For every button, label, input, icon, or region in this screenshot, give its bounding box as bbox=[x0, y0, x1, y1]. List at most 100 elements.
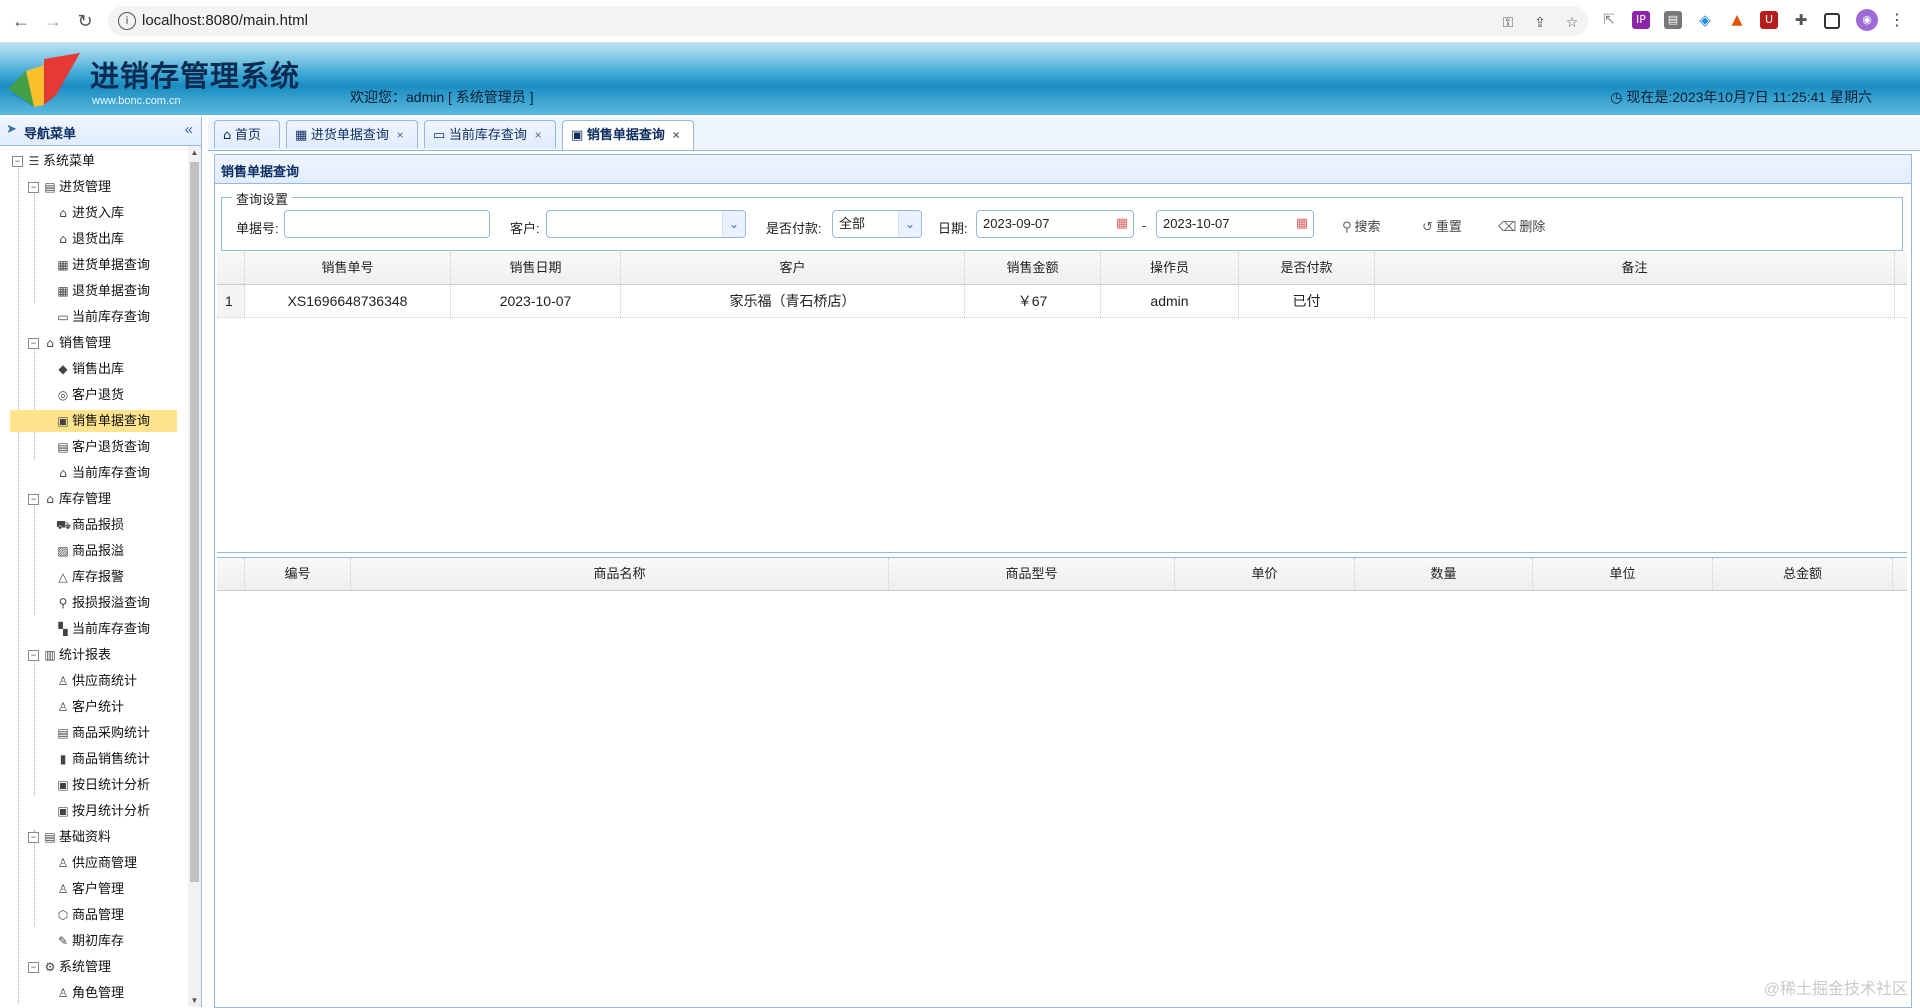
tree-item-daily-stats[interactable]: ▣ 按日统计分析 bbox=[56, 774, 150, 796]
key-icon[interactable]: ⚿ bbox=[1500, 14, 1516, 30]
tool-extension-icon[interactable]: ▲ bbox=[1728, 11, 1746, 29]
collapse-toggle-icon[interactable]: − bbox=[28, 338, 39, 350]
column-header[interactable]: 单价 bbox=[1175, 558, 1355, 590]
bill-no-input[interactable] bbox=[284, 210, 490, 238]
address-bar[interactable]: i localhost:8080/main.html ⚿ ⇪ ☆ bbox=[108, 6, 1588, 36]
tree-item-purchase-stats[interactable]: ▤ 商品采购统计 bbox=[56, 722, 150, 744]
tree-item-purchase-in[interactable]: ⌂ 进货入库 bbox=[56, 202, 124, 224]
tab-sales-query[interactable]: ▣ 销售单据查询 × bbox=[562, 120, 694, 150]
tree-item-damage-query[interactable]: ⚲ 报损报溢查询 bbox=[56, 592, 150, 614]
tree-item-supplier-mgmt[interactable]: ♙ 供应商管理 bbox=[56, 852, 137, 874]
tree-item-customer-return[interactable]: ◎ 客户退货 bbox=[56, 384, 124, 406]
tree-item-overflow[interactable]: ▨ 商品报溢 bbox=[56, 540, 124, 562]
chevron-down-icon[interactable]: ⌄ bbox=[898, 211, 921, 237]
reset-button[interactable]: ↺ 重置 bbox=[1422, 216, 1462, 235]
calendar-icon[interactable]: ▦ bbox=[1291, 211, 1313, 237]
url-text[interactable]: localhost:8080/main.html bbox=[142, 12, 308, 29]
tree-item-supplier-stats[interactable]: ♙ 供应商统计 bbox=[56, 670, 137, 692]
tab-purchase-query[interactable]: ▦ 进货单据查询 × bbox=[286, 120, 418, 148]
tree-item-stock-alarm[interactable]: △ 库存报警 bbox=[56, 566, 124, 588]
layers-extension-icon[interactable]: ◈ bbox=[1696, 11, 1714, 29]
customer-combo[interactable]: ⌄ bbox=[546, 210, 746, 238]
tree-item-return-query[interactable]: ▦ 退货单据查询 bbox=[56, 280, 150, 302]
scrollbar-thumb[interactable] bbox=[190, 162, 199, 882]
tree-item-customer-mgmt[interactable]: ♙ 客户管理 bbox=[56, 878, 124, 900]
tree-group-inventory[interactable]: − ⌂ 库存管理 bbox=[28, 488, 111, 510]
column-header[interactable]: 编号 bbox=[245, 558, 351, 590]
calendar-icon[interactable]: ▦ bbox=[1111, 211, 1133, 237]
tree-item-sales-query[interactable]: ▣ 销售单据查询 bbox=[10, 410, 177, 432]
close-icon[interactable]: × bbox=[397, 128, 404, 142]
tree-item-stock-query[interactable]: ▭ 当前库存查询 bbox=[56, 306, 150, 328]
tree-item-damage[interactable]: ⛟商品报损 bbox=[56, 514, 124, 536]
column-header[interactable]: 销售日期 bbox=[451, 252, 621, 284]
back-icon[interactable]: ← bbox=[8, 8, 34, 34]
profile-avatar-icon[interactable]: ◉ bbox=[1856, 9, 1878, 31]
collapse-toggle-icon[interactable]: − bbox=[28, 494, 39, 506]
forward-icon[interactable]: → bbox=[40, 8, 66, 34]
tree-item-return-out[interactable]: ⌂ 退货出库 bbox=[56, 228, 124, 250]
tree-item-stock-query-2[interactable]: ⌂ 当前库存查询 bbox=[56, 462, 150, 484]
cursor-extension-icon[interactable]: ⇱ bbox=[1600, 11, 1618, 29]
tree-group-basic[interactable]: − ▤ 基础资料 bbox=[28, 826, 111, 848]
tree-item-sales-stats[interactable]: ▮ 商品销售统计 bbox=[56, 748, 150, 770]
tree-group-reports[interactable]: − ▥ 统计报表 bbox=[28, 644, 111, 666]
tree-item-customer-return-query[interactable]: ▤ 客户退货查询 bbox=[56, 436, 150, 458]
window-extension-icon[interactable]: ▤ bbox=[1664, 11, 1682, 29]
tree-root[interactable]: − ☰ 系统菜单 bbox=[12, 150, 95, 172]
close-icon[interactable]: × bbox=[535, 128, 542, 142]
home-icon: ⌂ bbox=[223, 128, 232, 143]
site-info-icon[interactable]: i bbox=[118, 12, 136, 30]
tree-group-sales[interactable]: − ⌂ 销售管理 bbox=[28, 332, 111, 354]
column-header[interactable]: 客户 bbox=[621, 252, 965, 284]
column-header[interactable]: 是否付款 bbox=[1239, 252, 1375, 284]
chevron-down-icon[interactable]: ⌄ bbox=[722, 211, 745, 237]
collapse-toggle-icon[interactable]: − bbox=[28, 182, 39, 194]
column-header[interactable]: 商品名称 bbox=[351, 558, 889, 590]
tree-item-stock-query-3[interactable]: ▚ 当前库存查询 bbox=[56, 618, 150, 640]
tree-item-purchase-query[interactable]: ▦ 进货单据查询 bbox=[56, 254, 150, 276]
table-row[interactable]: 1 XS1696648736348 2023-10-07 家乐福（青石桥店） ￥… bbox=[217, 285, 1907, 318]
tree-group-system[interactable]: − ⚙ 系统管理 bbox=[28, 956, 111, 978]
delete-button[interactable]: ⌫ 删除 bbox=[1498, 216, 1545, 235]
date-from-input[interactable]: 2023-09-07 ▦ bbox=[976, 210, 1134, 238]
collapse-toggle-icon[interactable]: − bbox=[28, 650, 39, 662]
sidebar-scrollbar[interactable]: ▲ ▼ bbox=[188, 146, 201, 1007]
puzzle-extensions-icon[interactable]: ✚ bbox=[1792, 11, 1810, 29]
bookmark-star-icon[interactable]: ☆ bbox=[1564, 14, 1580, 30]
scroll-up-icon[interactable]: ▲ bbox=[190, 148, 199, 157]
tree-group-purchase[interactable]: − ▤ 进货管理 bbox=[28, 176, 111, 198]
collapse-icon[interactable]: « bbox=[185, 121, 193, 138]
collapse-toggle-icon[interactable]: − bbox=[28, 832, 39, 844]
share-icon[interactable]: ⇪ bbox=[1532, 14, 1548, 30]
menu-dots-icon[interactable]: ⋮ bbox=[1888, 11, 1906, 29]
column-header[interactable]: 操作员 bbox=[1101, 252, 1239, 284]
scroll-down-icon[interactable]: ▼ bbox=[190, 996, 199, 1005]
column-header[interactable]: 单位 bbox=[1533, 558, 1713, 590]
paid-combo[interactable]: 全部 ⌄ bbox=[832, 210, 922, 238]
close-icon[interactable]: × bbox=[673, 128, 680, 142]
collapse-toggle-icon[interactable]: − bbox=[12, 156, 23, 168]
tree-item-initial-stock[interactable]: ✎ 期初库存 bbox=[56, 930, 124, 952]
tab-stock-query[interactable]: ▭ 当前库存查询 × bbox=[424, 120, 556, 148]
column-header[interactable]: 数量 bbox=[1355, 558, 1533, 590]
tree-item-sales-out[interactable]: ◆ 销售出库 bbox=[56, 358, 124, 380]
column-header[interactable]: 商品型号 bbox=[889, 558, 1175, 590]
column-header[interactable]: 总金额 bbox=[1713, 558, 1893, 590]
column-header[interactable]: 销售单号 bbox=[245, 252, 451, 284]
collapse-toggle-icon[interactable]: − bbox=[28, 962, 39, 974]
sidepanel-icon[interactable] bbox=[1824, 13, 1840, 29]
reload-icon[interactable]: ↻ bbox=[72, 8, 98, 34]
date-to-input[interactable]: 2023-10-07 ▦ bbox=[1156, 210, 1314, 238]
tree-item-role-mgmt[interactable]: ♙ 角色管理 bbox=[56, 982, 124, 1004]
shield-extension-icon[interactable]: U bbox=[1760, 11, 1778, 29]
tree-item-customer-stats[interactable]: ♙ 客户统计 bbox=[56, 696, 124, 718]
trash-icon: ⌫ bbox=[1498, 220, 1517, 235]
column-header[interactable]: 销售金额 bbox=[965, 252, 1101, 284]
ip-extension-icon[interactable]: IP bbox=[1632, 11, 1650, 29]
tree-item-goods-mgmt[interactable]: ⬡ 商品管理 bbox=[56, 904, 124, 926]
tab-home[interactable]: ⌂ 首页 bbox=[214, 120, 280, 148]
tree-item-monthly-stats[interactable]: ▣ 按月统计分析 bbox=[56, 800, 150, 822]
search-button[interactable]: ⚲ 搜索 bbox=[1342, 216, 1381, 235]
column-header[interactable]: 备注 bbox=[1375, 252, 1895, 284]
